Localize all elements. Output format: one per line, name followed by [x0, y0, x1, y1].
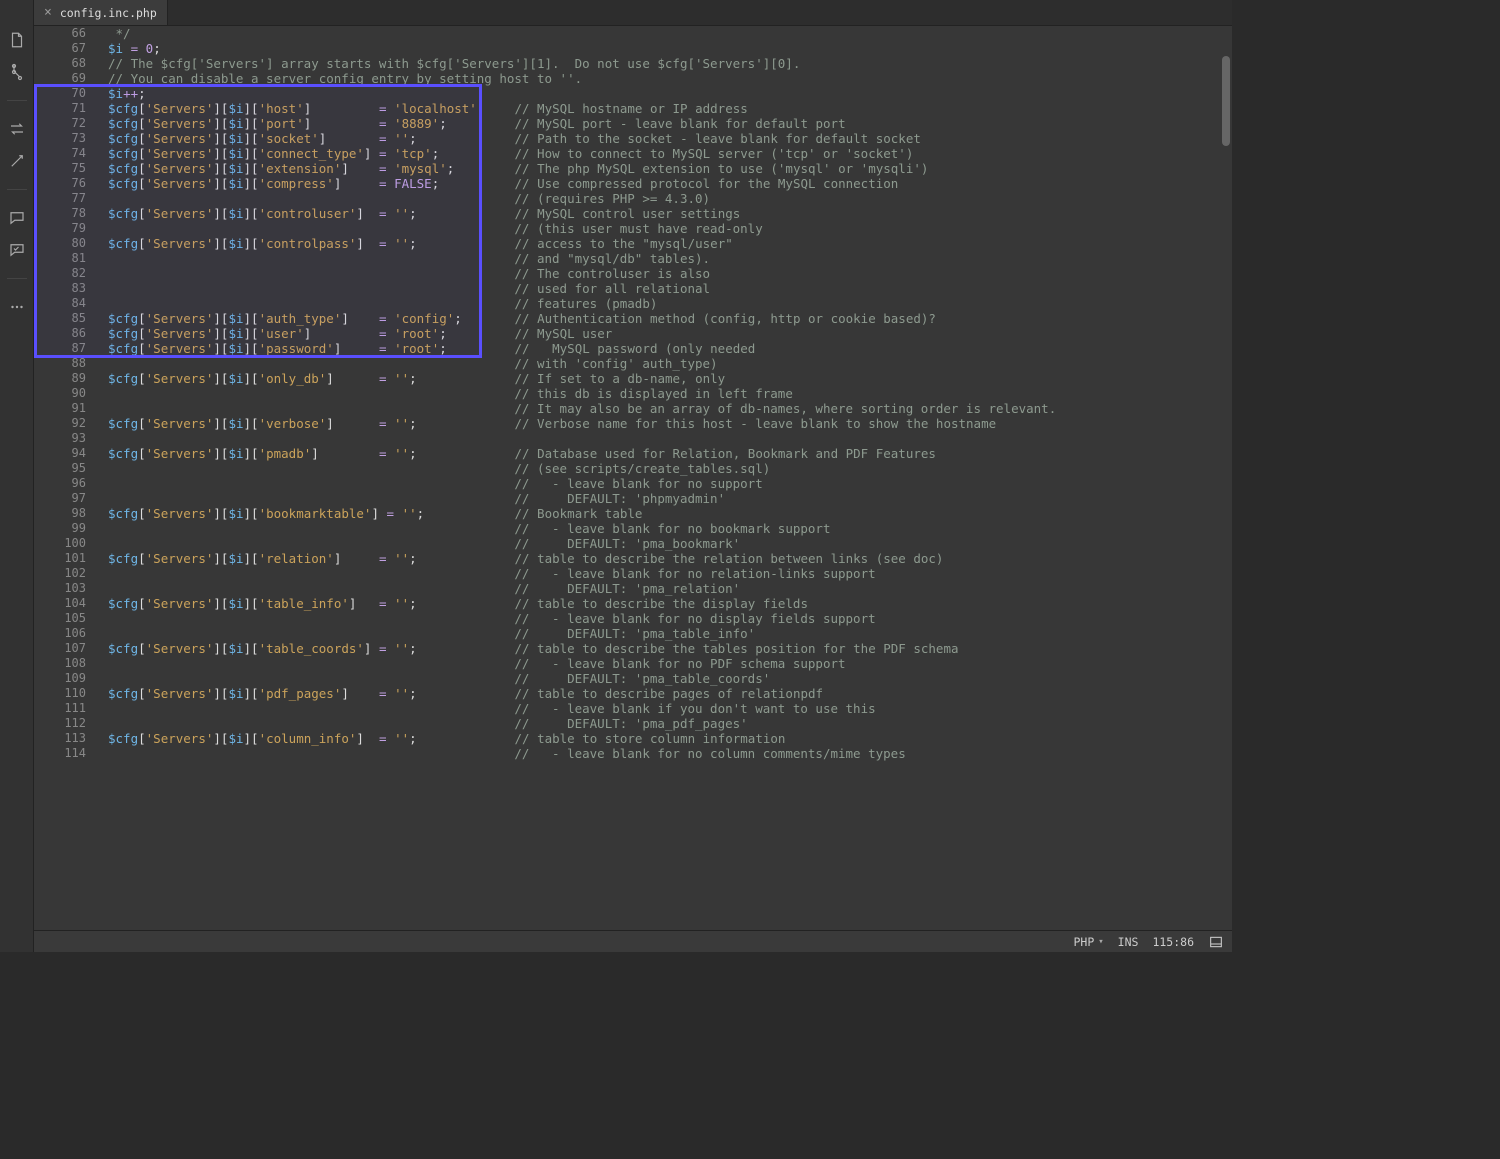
insert-mode[interactable]: INS: [1118, 935, 1139, 949]
scrollbar-vertical[interactable]: [1222, 56, 1230, 146]
code-area[interactable]: */$i = 0;// The $cfg['Servers'] array st…: [98, 26, 1232, 930]
tab-config[interactable]: × config.inc.php: [34, 0, 168, 25]
tab-bar: × config.inc.php: [34, 0, 1232, 26]
comment-icon[interactable]: [7, 208, 27, 228]
comment-check-icon[interactable]: [7, 240, 27, 260]
wand-icon[interactable]: [7, 151, 27, 171]
close-icon[interactable]: ×: [44, 5, 52, 20]
cursor-position[interactable]: 115:86: [1152, 935, 1194, 949]
git-icon[interactable]: [7, 62, 27, 82]
more-icon[interactable]: [7, 297, 27, 317]
app-root: × config.inc.php 66676869707172737475767…: [0, 0, 1232, 952]
panel-icon[interactable]: [1208, 934, 1224, 950]
status-bar: PHP ▾ INS 115:86: [34, 930, 1232, 952]
tab-filename: config.inc.php: [60, 6, 157, 20]
editor[interactable]: 6667686970717273747576777879808182838485…: [34, 26, 1232, 930]
line-gutter: 6667686970717273747576777879808182838485…: [34, 26, 98, 930]
sidebar-divider-3: [7, 278, 27, 279]
language-selector[interactable]: PHP ▾: [1073, 935, 1103, 949]
main-area: × config.inc.php 66676869707172737475767…: [34, 0, 1232, 952]
language-label: PHP: [1073, 935, 1094, 949]
activity-bar: [0, 0, 34, 952]
sidebar-divider-2: [7, 189, 27, 190]
file-icon[interactable]: [7, 30, 27, 50]
chevron-down-icon: ▾: [1098, 937, 1103, 947]
sidebar-divider: [7, 100, 27, 101]
swap-icon[interactable]: [7, 119, 27, 139]
